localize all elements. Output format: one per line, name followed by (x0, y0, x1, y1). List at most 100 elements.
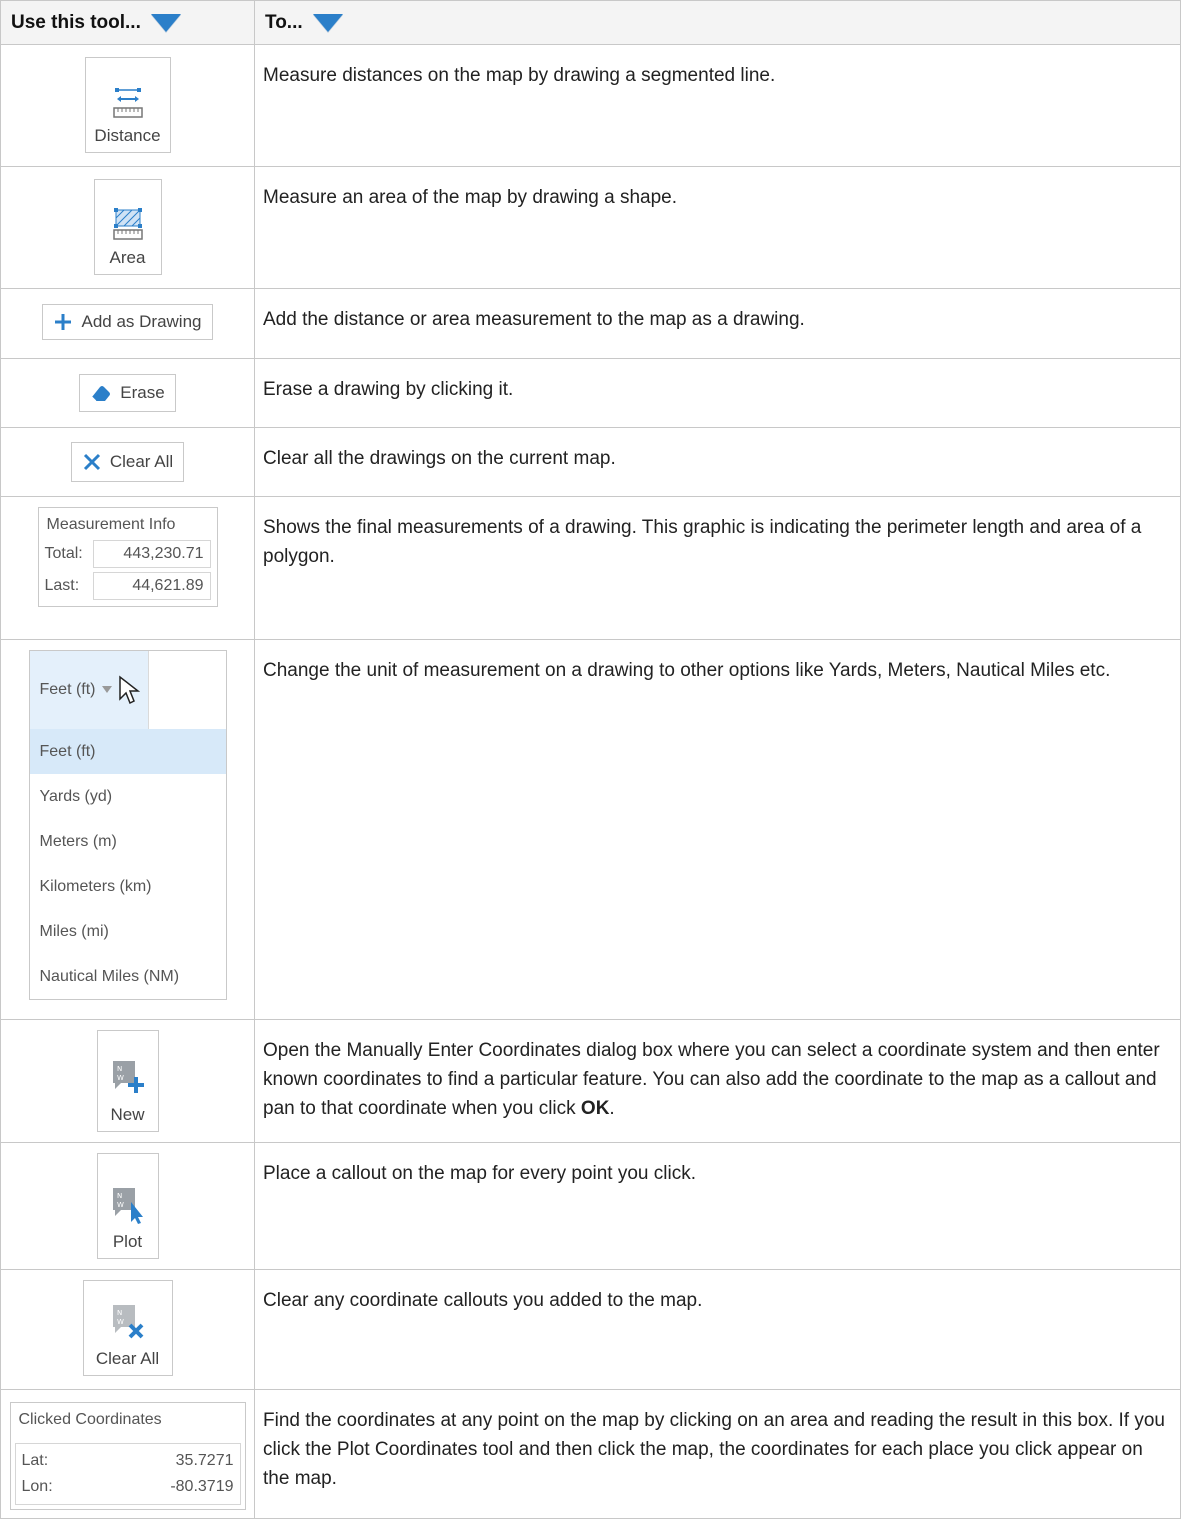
distance-button[interactable]: Distance (84, 57, 171, 153)
measurement-info-panel: Measurement Info Total: 443,230.71 Last: 4… (37, 507, 218, 607)
plot-button[interactable]: N W Plot (96, 1153, 159, 1259)
area-button[interactable]: Area (93, 179, 162, 275)
unit-select[interactable]: Feet (ft) (29, 651, 148, 729)
tool-label: Plot (112, 1232, 143, 1251)
tool-cell: Clear All (0, 427, 255, 497)
eraser-icon (91, 386, 111, 402)
description-text: Shows the final measurements of a drawin… (263, 517, 1142, 567)
lat-value: 35.7271 (175, 1452, 234, 1469)
description-text: Measure distances on the map by drawing … (263, 65, 776, 86)
clear-all-coordinates-button[interactable]: N W Clear All (82, 1280, 173, 1376)
tools-table: Use this tool... To... Distance Measure … (0, 0, 1181, 1519)
svg-text:W: W (117, 1074, 124, 1082)
clear-all-drawings-button[interactable]: Clear All (70, 442, 185, 482)
clicked-coordinates-panel: Clicked Coordinates Lat: 35.7271 Lon: -80.… (9, 1402, 246, 1510)
coordinate-new-icon: N W (112, 1061, 144, 1093)
table-row: N W Clear All Clear any coordinate callo… (0, 1269, 1181, 1390)
table-row: Add as Drawing Add the distance or area … (0, 288, 1181, 359)
header-tool-label: Use this tool... (11, 11, 141, 33)
tool-cell: Clicked Coordinates Lat: 35.7271 Lon: -80.… (0, 1389, 255, 1519)
unit-dropdown[interactable]: Feet (ft) Feet (ft) Yards (yd) Meters (m… (28, 650, 227, 1000)
total-label: Total: (44, 545, 83, 562)
description-cell: Clear any coordinate callouts you added … (254, 1269, 1181, 1390)
tool-cell: Add as Drawing (0, 288, 255, 359)
table-row: N W Plot Place a callout on the map for … (0, 1142, 1181, 1270)
table-row: Clicked Coordinates Lat: 35.7271 Lon: -80.… (0, 1389, 1181, 1519)
svg-text:W: W (117, 1201, 124, 1209)
lon-label: Lon: (21, 1478, 53, 1495)
table-row: Erase Erase a drawing by clicking it. (0, 358, 1181, 428)
plus-icon (55, 314, 72, 330)
description-cell: Measure distances on the map by drawing … (254, 44, 1181, 167)
description-text: Open the Manually Enter Coordinates dial… (263, 1040, 1160, 1119)
unit-option[interactable]: Kilometers (km) (30, 864, 226, 909)
description-cell: Clear all the drawings on the current ma… (254, 427, 1181, 497)
selected-unit: Feet (ft) (39, 681, 96, 698)
new-coordinate-button[interactable]: N W New (96, 1030, 159, 1132)
table-row: Feet (ft) Feet (ft) Yards (yd) Meters (m… (0, 639, 1181, 1020)
description-text: Place a callout on the map for every poi… (263, 1163, 697, 1184)
tool-label: Erase (120, 383, 165, 402)
svg-text:W: W (117, 1318, 124, 1326)
filter-triangle-icon[interactable] (150, 13, 181, 32)
dropdown-spacer (147, 651, 226, 729)
svg-text:N: N (117, 1065, 122, 1073)
ruler-distance-icon (112, 88, 143, 118)
unit-option[interactable]: Meters (m) (30, 819, 226, 864)
table-row: Distance Measure distances on the map by… (0, 44, 1181, 167)
description-cell: Open the Manually Enter Coordinates dial… (254, 1019, 1181, 1143)
lon-value: -80.3719 (170, 1478, 234, 1495)
unit-option[interactable]: Yards (yd) (30, 774, 226, 819)
svg-text:N: N (117, 1309, 122, 1317)
add-as-drawing-button[interactable]: Add as Drawing (42, 304, 213, 340)
unit-option[interactable]: Nautical Miles (NM) (30, 954, 226, 999)
coordinate-clear-icon: N W (112, 1305, 143, 1339)
tool-label: Area (109, 248, 146, 267)
tool-label: Distance (94, 126, 161, 145)
header-purpose-label: To... (265, 11, 303, 33)
tool-label: Clear All (95, 1349, 160, 1368)
svg-text:N: N (117, 1192, 122, 1200)
tool-cell: Erase (0, 358, 255, 428)
description-cell: Erase a drawing by clicking it. (254, 358, 1181, 428)
tool-cell: Distance (0, 44, 255, 167)
lat-label: Lat: (21, 1452, 49, 1469)
header-purpose-column[interactable]: To... (254, 0, 1181, 45)
description-cell: Place a callout on the map for every poi… (254, 1142, 1181, 1270)
description-text: Change the unit of measurement on a draw… (263, 660, 1111, 681)
description-cell: Add the distance or area measurement to … (254, 288, 1181, 359)
cursor-arrow-icon (118, 675, 140, 705)
description-cell: Find the coordinates at any point on the… (254, 1389, 1181, 1519)
description-text: Clear any coordinate callouts you added … (263, 1290, 703, 1311)
total-value: 443,230.71 (92, 540, 211, 568)
chevron-down-icon (101, 686, 112, 693)
unit-option[interactable]: Miles (mi) (30, 909, 226, 954)
filter-triangle-icon[interactable] (312, 13, 343, 32)
description-bold: OK (580, 1098, 610, 1119)
tool-cell: Area (0, 166, 255, 289)
panel-title: Measurement Info (46, 516, 176, 533)
tool-cell: Feet (ft) Feet (ft) Yards (yd) Meters (m… (0, 639, 255, 1020)
last-value: 44,621.89 (92, 572, 211, 600)
description-text: Erase a drawing by clicking it. (263, 379, 514, 400)
description-cell: Shows the final measurements of a drawin… (254, 496, 1181, 640)
ruler-area-icon (112, 208, 143, 240)
tool-label: Clear All (109, 452, 174, 471)
header-tool-column[interactable]: Use this tool... (0, 0, 255, 45)
description-cell: Measure an area of the map by drawing a … (254, 166, 1181, 289)
tool-cell: N W Plot (0, 1142, 255, 1270)
tool-cell: N W Clear All (0, 1269, 255, 1390)
close-icon (83, 453, 100, 471)
header-row: Use this tool... To... (0, 0, 1181, 45)
table-row: Area Measure an area of the map by drawi… (0, 166, 1181, 289)
panel-title: Clicked Coordinates (18, 1411, 162, 1428)
erase-button[interactable]: Erase (79, 374, 176, 412)
tool-label: Add as Drawing (81, 312, 202, 331)
description-text: Find the coordinates at any point on the… (263, 1410, 1165, 1489)
tool-cell: Measurement Info Total: 443,230.71 Last: 4… (0, 496, 255, 640)
coordinate-plot-icon: N W (112, 1188, 143, 1224)
tool-label: New (110, 1105, 145, 1124)
description-text: Clear all the drawings on the current ma… (263, 448, 616, 469)
unit-option[interactable]: Feet (ft) (29, 729, 226, 774)
description-end: . (609, 1098, 615, 1119)
